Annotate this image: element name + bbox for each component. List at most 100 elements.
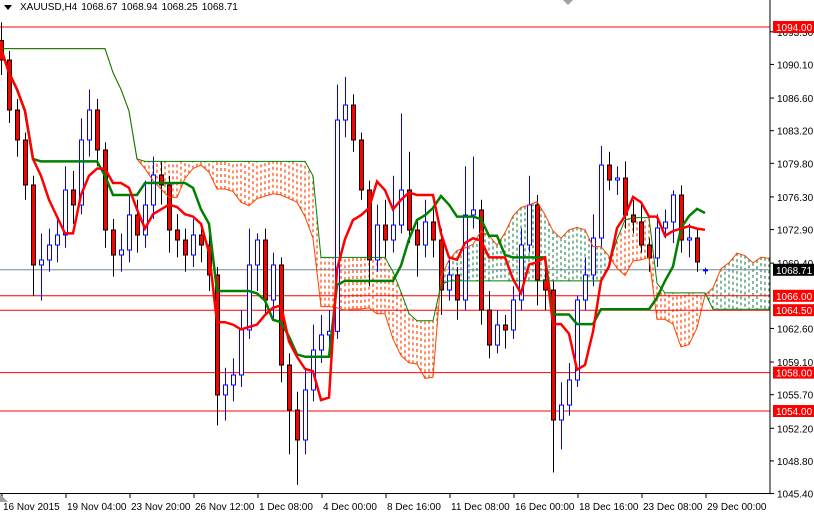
candle (111, 219, 116, 277)
candle (231, 358, 236, 402)
candle (23, 132, 28, 200)
bear-candle-body (103, 149, 108, 231)
time-axis[interactable]: 16 Nov 2015 19 Nov 04:00 23 Nov 20:00 26 No… (1, 494, 767, 513)
candle (535, 195, 540, 306)
candle (191, 219, 196, 267)
candle (559, 382, 564, 450)
candle (175, 214, 180, 258)
bull-candle-body (599, 164, 604, 239)
time-tick-label: 4 Dec 00:00 (323, 502, 377, 513)
bear-candle-body (351, 104, 356, 141)
candle (407, 151, 412, 243)
bull-candle-body (191, 234, 196, 256)
bull-candle-body (463, 214, 468, 301)
low-value: 1068.25 (161, 2, 198, 13)
price-tick-label: 1072.90 (777, 226, 814, 237)
bear-candle-body (359, 139, 364, 191)
bull-candle-body (343, 104, 348, 121)
bull-candle-body (127, 214, 132, 251)
bull-candle-body (583, 274, 588, 301)
bear-candle-body (295, 409, 300, 441)
bull-candle-body (119, 249, 124, 256)
bear-candle-body (407, 189, 412, 231)
price-tick-label: 1052.20 (777, 424, 814, 435)
candle (127, 195, 132, 263)
bear-candle-body (647, 244, 652, 259)
candle (183, 228, 188, 272)
bear-candle-body (631, 214, 636, 223)
time-tick-label: 16 Nov 2015 (3, 502, 60, 513)
candle (575, 295, 580, 387)
time-tick-label: 29 Dec 00:00 (707, 502, 767, 513)
bull-candle-body (567, 379, 572, 406)
time-tick-label: 19 Nov 04:00 (67, 502, 127, 513)
symbol-label: XAUUSD,H4 (20, 2, 78, 13)
time-tick-label: 18 Dec 16:00 (579, 502, 639, 513)
candle (47, 228, 52, 272)
candle (351, 94, 356, 152)
bear-candle-body (71, 189, 76, 206)
bear-candle-body (215, 274, 220, 396)
candle (583, 257, 588, 311)
price-tick-label: 1079.80 (777, 159, 814, 170)
chart-shift-marker-icon[interactable] (563, 0, 573, 5)
ichimoku-lines (0, 48, 770, 402)
bull-candle-body (231, 374, 236, 386)
bull-candle-body (319, 334, 324, 351)
bull-candle-body (655, 227, 660, 259)
chart-header: XAUUSD,H4 1068.67 1068.94 1068.25 1068.7… (4, 2, 238, 13)
candle (503, 315, 508, 349)
candle (615, 166, 620, 195)
candle (639, 204, 644, 253)
candle (631, 199, 636, 234)
bull-candle-body (303, 389, 308, 441)
bull-candle-body (87, 109, 92, 141)
bear-candle-body (175, 229, 180, 241)
bull-candle-body (663, 221, 668, 229)
candle (143, 180, 148, 248)
bull-candle-body (63, 189, 68, 236)
price-chart[interactable]: 1093.501090.101086.601083.201079.801076.… (0, 0, 814, 516)
level-label: 1064.50 (776, 306, 813, 317)
candle (31, 175, 36, 296)
candle (103, 142, 108, 248)
candle (687, 223, 692, 258)
level-label: 1094.00 (776, 23, 813, 34)
bull-candle-body (511, 299, 516, 331)
price-axis[interactable]: 1093.501090.101086.601083.201079.801076.… (770, 21, 814, 501)
candle (55, 219, 60, 263)
candle (343, 76, 348, 138)
candle (167, 175, 172, 253)
candle (671, 190, 676, 243)
bull-candle-body (391, 224, 396, 241)
candle (423, 199, 428, 258)
bull-candle-body (55, 234, 60, 246)
bear-candle-body (287, 364, 292, 411)
candle (455, 267, 460, 320)
candle (39, 233, 44, 301)
candle (527, 175, 532, 253)
time-tick-label: 23 Nov 20:00 (131, 502, 191, 513)
candle (63, 166, 68, 248)
bull-candle-body (375, 224, 380, 261)
bear-candle-body (503, 324, 508, 331)
candle (647, 238, 652, 272)
bull-candle-body (447, 274, 452, 291)
bull-candle-body (687, 237, 692, 241)
level-label: 1054.00 (776, 407, 813, 418)
bear-candle-body (431, 221, 436, 241)
bear-candle-body (95, 109, 100, 151)
candle (295, 391, 300, 485)
price-tick-label: 1083.20 (777, 127, 814, 138)
bear-candle-body (383, 224, 388, 241)
bear-candle-body (167, 184, 172, 231)
bear-candle-body (183, 239, 188, 256)
bull-candle-body (271, 264, 276, 301)
candle (223, 367, 228, 421)
candle (703, 267, 708, 275)
bear-candle-body (135, 214, 140, 236)
candle (247, 228, 252, 339)
dropdown-triangle-icon[interactable] (4, 5, 12, 10)
candle (495, 310, 500, 354)
candle (375, 204, 380, 272)
